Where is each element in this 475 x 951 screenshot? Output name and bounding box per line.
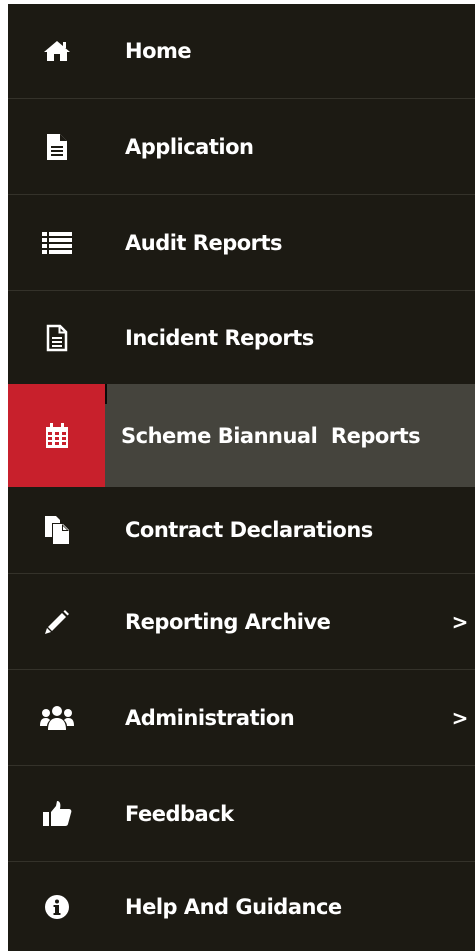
- sidebar-item-label: Audit Reports: [125, 230, 283, 255]
- sidebar-item-label: Home: [125, 39, 192, 63]
- sidebar-item-feedback[interactable]: Feedback: [8, 765, 475, 861]
- files-icon: [8, 487, 105, 573]
- users-icon: [8, 670, 105, 765]
- file-text-icon: [8, 291, 105, 384]
- pencil-icon: [8, 574, 105, 669]
- sidebar-item-label: Application: [125, 134, 254, 159]
- sidebar-item-label: Contract Declarations: [125, 518, 373, 542]
- thumbs-up-icon: [8, 766, 105, 861]
- sidebar-nav: Home Application Audit Reports Incident …: [8, 4, 475, 951]
- chevron-right-icon: >: [451, 705, 469, 730]
- calendar-icon: [8, 384, 105, 487]
- sidebar-item-label: Scheme Biannual Reports: [121, 423, 421, 448]
- list-icon: [8, 195, 105, 290]
- home-icon: [8, 4, 105, 98]
- sidebar-item-label: Administration: [125, 705, 295, 730]
- sidebar-item-label: Feedback: [125, 801, 234, 826]
- document-icon: [8, 99, 105, 194]
- sidebar-item-contract-declarations[interactable]: Contract Declarations: [8, 487, 475, 573]
- info-icon: [8, 862, 105, 951]
- active-indicator: [105, 384, 107, 404]
- chevron-right-icon: >: [451, 609, 469, 634]
- sidebar-item-reporting-archive[interactable]: Reporting Archive >: [8, 573, 475, 669]
- sidebar-item-scheme-biannual-reports[interactable]: Scheme Biannual Reports: [8, 384, 475, 487]
- sidebar-item-administration[interactable]: Administration >: [8, 669, 475, 765]
- sidebar-item-label: Help And Guidance: [125, 894, 342, 919]
- sidebar-item-label: Incident Reports: [125, 325, 314, 350]
- sidebar-item-audit-reports[interactable]: Audit Reports: [8, 194, 475, 290]
- sidebar-item-home[interactable]: Home: [8, 4, 475, 98]
- sidebar-item-label: Reporting Archive: [125, 609, 331, 634]
- sidebar-item-application[interactable]: Application: [8, 98, 475, 194]
- sidebar-item-incident-reports[interactable]: Incident Reports: [8, 290, 475, 384]
- sidebar-item-help-and-guidance[interactable]: Help And Guidance: [8, 861, 475, 951]
